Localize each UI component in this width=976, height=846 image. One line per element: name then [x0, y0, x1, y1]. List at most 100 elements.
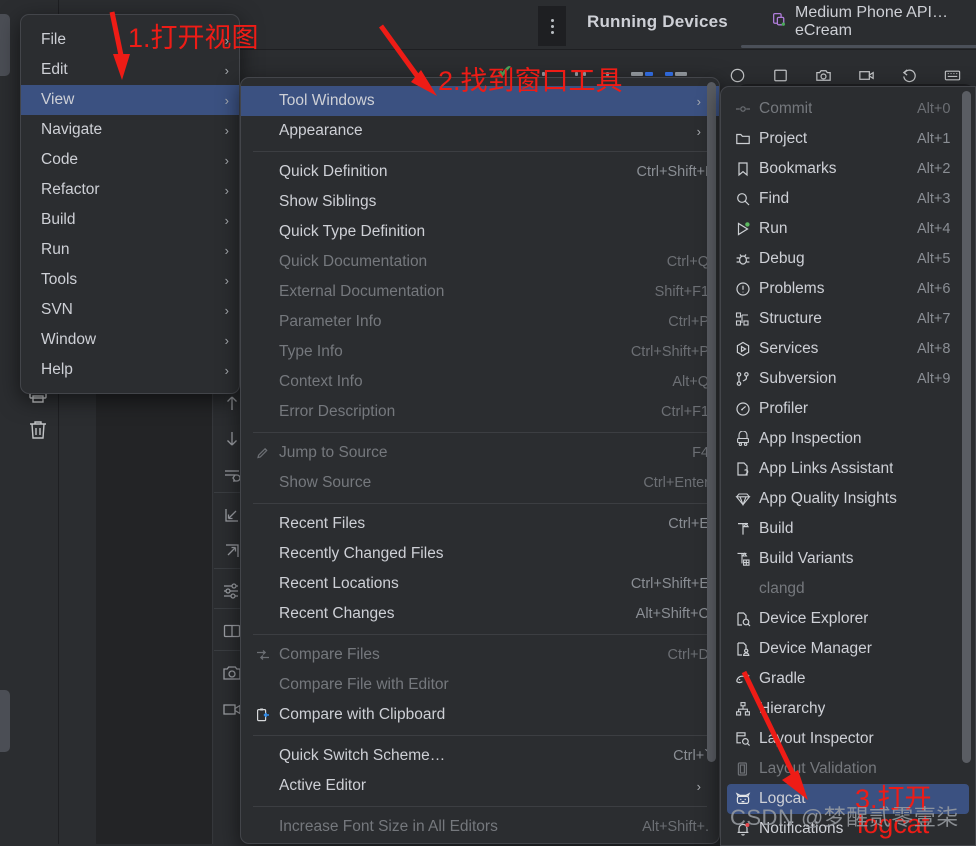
menu-item-view[interactable]: View ›	[21, 85, 239, 115]
chevron-right-icon: ›	[224, 122, 229, 138]
menu-item-label: Find	[759, 190, 790, 207]
back-square-icon[interactable]	[771, 66, 790, 85]
menu-item-layout-inspector[interactable]: Layout Inspector	[721, 724, 975, 754]
profiler-icon	[735, 401, 759, 417]
menu-item-label: Recent Changes	[279, 605, 395, 622]
shortcut-label: Ctrl+Q	[666, 254, 709, 270]
menu-item-recent-files[interactable]: Recent Files Ctrl+E	[241, 509, 719, 539]
view-menu-scrollbar[interactable]	[707, 82, 716, 762]
menu-item-device-explorer[interactable]: Device Explorer	[721, 604, 975, 634]
menu-item-quick-switch-scheme[interactable]: Quick Switch Scheme… Ctrl+`	[241, 741, 719, 771]
menu-item-compare-files: Compare Files Ctrl+D	[241, 640, 719, 670]
menu-item-label: Appearance	[279, 122, 363, 139]
left-handle-bottom[interactable]	[0, 690, 10, 752]
toolbar-mini-7	[665, 72, 673, 76]
menu-item-svn[interactable]: SVN ›	[21, 295, 239, 325]
shortcut-label: Ctrl+E	[668, 516, 709, 532]
menu-item-bookmarks[interactable]: Bookmarks Alt+2	[721, 154, 975, 184]
menu-item-active-editor[interactable]: Active Editor ›	[241, 771, 719, 801]
menu-item-layout-validation: Layout Validation	[721, 754, 975, 784]
menu-item-services[interactable]: Services Alt+8	[721, 334, 975, 364]
hammer-icon	[735, 521, 759, 537]
home-circle-icon[interactable]	[728, 66, 747, 85]
panel-options-button[interactable]	[538, 6, 566, 46]
gradle-icon	[735, 671, 759, 687]
menu-item-quick-type-definition[interactable]: Quick Type Definition	[241, 217, 719, 247]
shortcut-label: Shift+F1	[654, 284, 709, 300]
menu-item-gradle[interactable]: Gradle	[721, 664, 975, 694]
menu-item-refactor[interactable]: Refactor ›	[21, 175, 239, 205]
menu-item-code[interactable]: Code ›	[21, 145, 239, 175]
menu-item-app-quality-insights[interactable]: App Quality Insights	[721, 484, 975, 514]
menu-item-build[interactable]: Build	[721, 514, 975, 544]
menu-item-profiler[interactable]: Profiler	[721, 394, 975, 424]
menu-item-window[interactable]: Window ›	[21, 325, 239, 355]
menu-item-parameter-info: Parameter Info Ctrl+P	[241, 307, 719, 337]
record-video-icon[interactable]	[857, 66, 876, 85]
menu-item-label: Layout Validation	[759, 760, 877, 777]
menu-item-label: Structure	[759, 310, 822, 327]
menu-item-label: Edit	[41, 61, 68, 78]
menu-item-help[interactable]: Help ›	[21, 355, 239, 385]
menu-item-label: clangd	[759, 580, 805, 597]
menu-item-compare-with-clipboard[interactable]: Compare with Clipboard	[241, 700, 719, 730]
menu-item-label: Navigate	[41, 121, 103, 138]
watermark-text: CSDN @梦醒贰零壹柒	[730, 805, 959, 830]
tab-device[interactable]: Medium Phone API…eCream	[771, 4, 976, 40]
menu-item-appearance[interactable]: Appearance ›	[241, 116, 719, 146]
menu-item-build[interactable]: Build ›	[21, 205, 239, 235]
menu-item-label: Quick Type Definition	[279, 223, 426, 240]
menu-item-show-siblings[interactable]: Show Siblings	[241, 187, 719, 217]
menu-separator	[253, 503, 707, 504]
menu-item-app-inspection[interactable]: App Inspection	[721, 424, 975, 454]
menu-item-run[interactable]: Run ›	[21, 235, 239, 265]
keyboard-icon[interactable]	[943, 66, 962, 85]
menu-item-file[interactable]: File ›	[21, 25, 239, 55]
device-icon	[771, 11, 788, 33]
menu-item-run[interactable]: Run Alt+4	[721, 214, 975, 244]
menu-item-debug[interactable]: Debug Alt+5	[721, 244, 975, 274]
toolbar-mini-5	[631, 72, 643, 76]
shortcut-label: Ctrl+F1	[661, 404, 709, 420]
menu-item-build-variants[interactable]: Build Variants	[721, 544, 975, 574]
toolbar-mini-1	[542, 72, 545, 76]
menu-item-problems[interactable]: Problems Alt+6	[721, 274, 975, 304]
menu-item-recently-changed-files[interactable]: Recently Changed Files	[241, 539, 719, 569]
menu-item-find[interactable]: Find Alt+3	[721, 184, 975, 214]
menu-item-label: Quick Documentation	[279, 253, 428, 270]
menu-item-hierarchy[interactable]: Hierarchy	[721, 694, 975, 724]
menu-item-tools[interactable]: Tools ›	[21, 265, 239, 295]
menu-item-label: App Inspection	[759, 430, 862, 447]
tool-windows-scrollbar[interactable]	[962, 91, 971, 763]
menu-item-subversion[interactable]: Subversion Alt+9	[721, 364, 975, 394]
menu-item-app-links-assistant[interactable]: App Links Assistant	[721, 454, 975, 484]
left-handle-top[interactable]	[0, 14, 10, 76]
menu-item-tool-windows[interactable]: Tool Windows ›	[241, 86, 719, 116]
rotate-icon[interactable]	[900, 66, 919, 85]
menu-item-label: External Documentation	[279, 283, 445, 300]
layout-validation-icon	[735, 761, 759, 777]
chevron-right-icon: ›	[224, 92, 229, 108]
screenshot-icon[interactable]	[814, 66, 833, 85]
menu-item-recent-changes[interactable]: Recent Changes Alt+Shift+C	[241, 599, 719, 629]
menu-item-edit[interactable]: Edit ›	[21, 55, 239, 85]
chevron-right-icon: ›	[224, 212, 229, 228]
chevron-right-icon: ›	[224, 302, 229, 318]
menu-item-project[interactable]: Project Alt+1	[721, 124, 975, 154]
menu-item-device-manager[interactable]: Device Manager	[721, 634, 975, 664]
bookmark-icon	[735, 161, 759, 177]
toolbar-mini-4	[606, 72, 609, 76]
menu-item-navigate[interactable]: Navigate ›	[21, 115, 239, 145]
menu-item-label: Compare with Clipboard	[279, 706, 446, 723]
menu-item-quick-definition[interactable]: Quick Definition Ctrl+Shift+I	[241, 157, 719, 187]
shortcut-label: Ctrl+Shift+P	[630, 344, 709, 360]
menu-item-label: Recent Locations	[279, 575, 399, 592]
trash-icon[interactable]	[26, 418, 50, 442]
problems-icon	[735, 281, 759, 297]
shortcut-label: Ctrl+Enter	[643, 475, 709, 491]
menu-item-recent-locations[interactable]: Recent Locations Ctrl+Shift+E	[241, 569, 719, 599]
menu-item-structure[interactable]: Structure Alt+7	[721, 304, 975, 334]
chevron-right-icon: ›	[696, 123, 701, 139]
shortcut-label: Ctrl+Shift+E	[630, 576, 709, 592]
menu-item-label: Subversion	[759, 370, 837, 387]
